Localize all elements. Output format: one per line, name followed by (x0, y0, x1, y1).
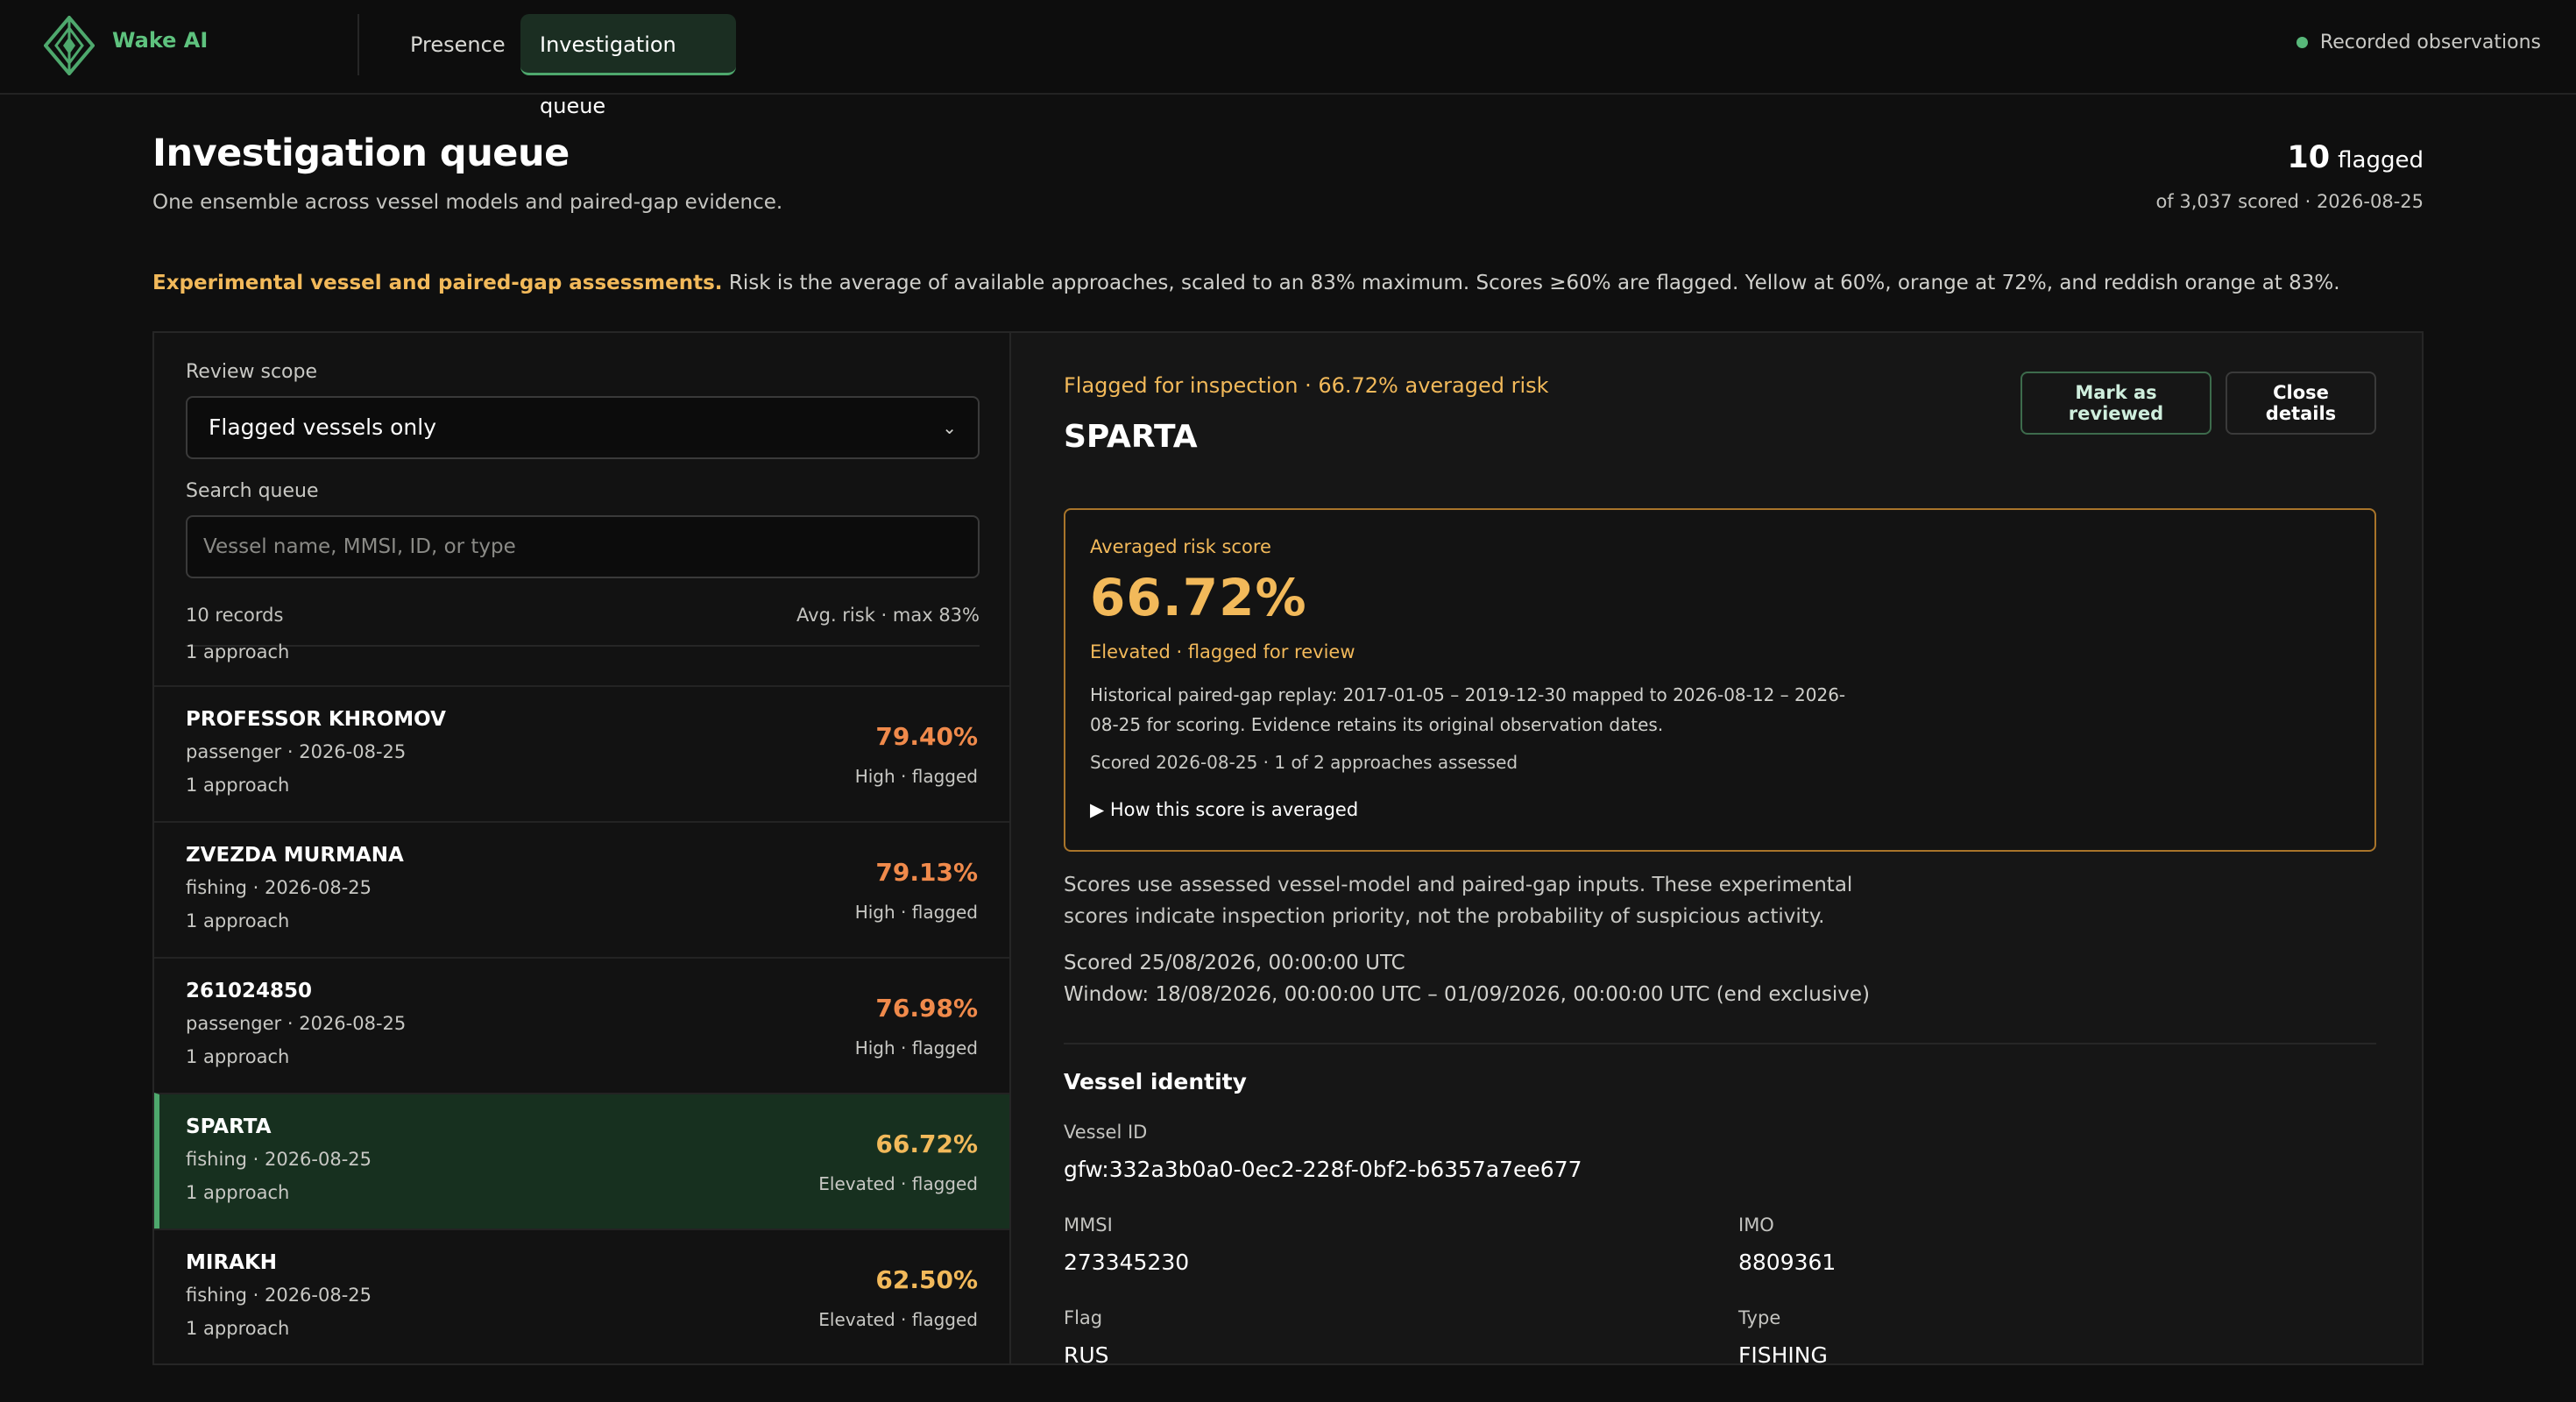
approaches-note: Scored 2026-08-25 · 1 of 2 approaches as… (1090, 752, 1518, 773)
records-summary: 10 records Avg. risk · max 83% (186, 605, 980, 626)
list-item-score: 62.50% (875, 1265, 978, 1294)
list-item-level: Elevated · flagged (818, 1309, 978, 1330)
imo-label: IMO (1738, 1214, 1774, 1236)
list-item-name: MIRAKH (186, 1251, 278, 1274)
section-divider (1064, 1043, 2376, 1044)
vessel-id-label: Vessel ID (1064, 1122, 1148, 1143)
close-details-button[interactable]: Close details (2226, 372, 2376, 435)
tab-presence[interactable]: Presence (391, 14, 525, 75)
page-subtitle: One ensemble across vessel models and pa… (152, 191, 783, 214)
list-item-level: High · flagged (854, 766, 978, 787)
wake-ai-logo-icon[interactable] (43, 14, 96, 77)
list-item-partial-approach: 1 approach (186, 641, 290, 662)
tab-investigation-queue[interactable]: Investigation queue (520, 14, 736, 118)
recorded-observations-label: Recorded observations (2319, 32, 2541, 53)
list-item-meta: fishing · 2026-08-25 (186, 1285, 372, 1306)
list-item-name: SPARTA (186, 1115, 272, 1138)
risk-score-value: 66.72% (1090, 568, 1307, 627)
replay-note: Historical paired-gap replay: 2017-01-05… (1090, 684, 1846, 735)
scores-note: Scores use assessed vessel-model and pai… (1064, 874, 1853, 928)
list-item-approach: 1 approach (186, 1046, 290, 1067)
sort-hint: Avg. risk · max 83% (796, 605, 980, 626)
list-item-score: 66.72% (875, 1129, 978, 1158)
queue-list-pane: Review scope Flagged vessels only ⌄ Sear… (154, 333, 1011, 1363)
list-item-approach: 1 approach (186, 910, 290, 931)
list-item-meta: passenger · 2026-08-25 (186, 741, 407, 762)
mark-reviewed-button[interactable]: Mark as reviewed (2020, 372, 2212, 435)
list-item-meta: passenger · 2026-08-25 (186, 1013, 407, 1034)
notice-highlight: Experimental vessel and paired-gap asses… (152, 272, 723, 294)
list-item-score: 79.40% (875, 722, 978, 751)
flagged-count-number: 10 (2287, 140, 2331, 175)
topbar-divider (357, 14, 359, 75)
list-divider (186, 645, 980, 647)
flagged-count: 10 flagged (2287, 140, 2424, 175)
vessel-identity-title: Vessel identity (1064, 1069, 1247, 1094)
list-item-score: 76.98% (875, 994, 978, 1023)
vessel-id-value: gfw:332a3b0a0-0ec2-228f-0bf2-b6357a7ee67… (1064, 1157, 1582, 1182)
list-item[interactable]: ZVEZDA MURMANA fishing · 2026-08-25 1 ap… (154, 821, 1009, 957)
recorded-observations-indicator: Recorded observations (2296, 32, 2541, 53)
page-title: Investigation queue (152, 131, 570, 175)
mmsi-label: MMSI (1064, 1214, 1113, 1236)
list-item-level: High · flagged (854, 1037, 978, 1059)
list-item-name: PROFESSOR KHROMOV (186, 708, 446, 731)
list-item[interactable]: 261024850 passenger · 2026-08-25 1 appro… (154, 957, 1009, 1093)
review-scope-select[interactable]: Flagged vessels only ⌄ (186, 396, 980, 459)
window-utc: Window: 18/08/2026, 00:00:00 UTC – 01/09… (1064, 983, 1870, 1006)
list-item-approach: 1 approach (186, 1182, 290, 1203)
notice-text: Risk is the average of available approac… (722, 272, 2340, 294)
list-item-approach: 1 approach (186, 775, 290, 796)
risk-score-card: Averaged risk score 66.72% Elevated · fl… (1064, 508, 2376, 852)
triangle-right-icon: ▶ (1090, 799, 1105, 820)
review-scope-value: Flagged vessels only (209, 414, 436, 440)
list-item-meta: fishing · 2026-08-25 (186, 877, 372, 898)
how-averaged-label: How this score is averaged (1109, 799, 1359, 820)
mmsi-value: 273345230 (1064, 1250, 1190, 1275)
records-count: 10 records (186, 605, 284, 626)
list-item-approach: 1 approach (186, 1318, 290, 1339)
queue-list: PROFESSOR KHROMOV passenger · 2026-08-25… (154, 685, 1009, 1363)
list-item-level: High · flagged (854, 902, 978, 923)
experimental-notice: Experimental vessel and paired-gap asses… (152, 272, 2340, 294)
list-item-selected[interactable]: SPARTA fishing · 2026-08-25 1 approach 6… (154, 1093, 1009, 1229)
list-item-meta: fishing · 2026-08-25 (186, 1149, 372, 1170)
search-queue-label: Search queue (186, 480, 319, 502)
chevron-down-icon: ⌄ (942, 417, 957, 438)
list-item[interactable]: PROFESSOR KHROMOV passenger · 2026-08-25… (154, 685, 1009, 821)
flagged-count-label: flagged (2338, 147, 2424, 173)
type-value: FISHING (1738, 1342, 1828, 1365)
type-label: Type (1738, 1307, 1781, 1328)
scored-meta: of 3,037 scored · 2026-08-25 (2155, 191, 2424, 212)
status-dot-icon (2296, 37, 2308, 48)
search-queue-input[interactable] (186, 515, 980, 578)
top-bar: Wake AI Presence Investigation queue Rec… (0, 0, 2576, 118)
imo-value: 8809361 (1738, 1250, 1836, 1275)
vessel-title: SPARTA (1064, 419, 1198, 455)
list-item-score: 79.13% (875, 858, 978, 887)
risk-score-label: Averaged risk score (1090, 536, 1271, 557)
flag-label: Flag (1064, 1307, 1103, 1328)
details-pane: Flagged for inspection · 66.72% averaged… (1011, 333, 2422, 1365)
review-scope-label: Review scope (186, 361, 318, 383)
flagged-inspection-line: Flagged for inspection · 66.72% averaged… (1064, 373, 1549, 398)
how-averaged-toggle[interactable]: ▶ How this score is averaged (1090, 799, 1358, 820)
flag-value: RUS (1064, 1342, 1109, 1365)
queue-panel: Review scope Flagged vessels only ⌄ Sear… (152, 331, 2424, 1365)
risk-status: Elevated · flagged for review (1090, 641, 1355, 662)
brand-name[interactable]: Wake AI (112, 28, 208, 53)
list-item-name: 261024850 (186, 980, 313, 1002)
list-item-level: Elevated · flagged (818, 1173, 978, 1194)
list-item-name: ZVEZDA MURMANA (186, 844, 404, 867)
list-item[interactable]: MIRAKH fishing · 2026-08-25 1 approach 6… (154, 1229, 1009, 1363)
scored-utc: Scored 25/08/2026, 00:00:00 UTC (1064, 952, 1405, 974)
